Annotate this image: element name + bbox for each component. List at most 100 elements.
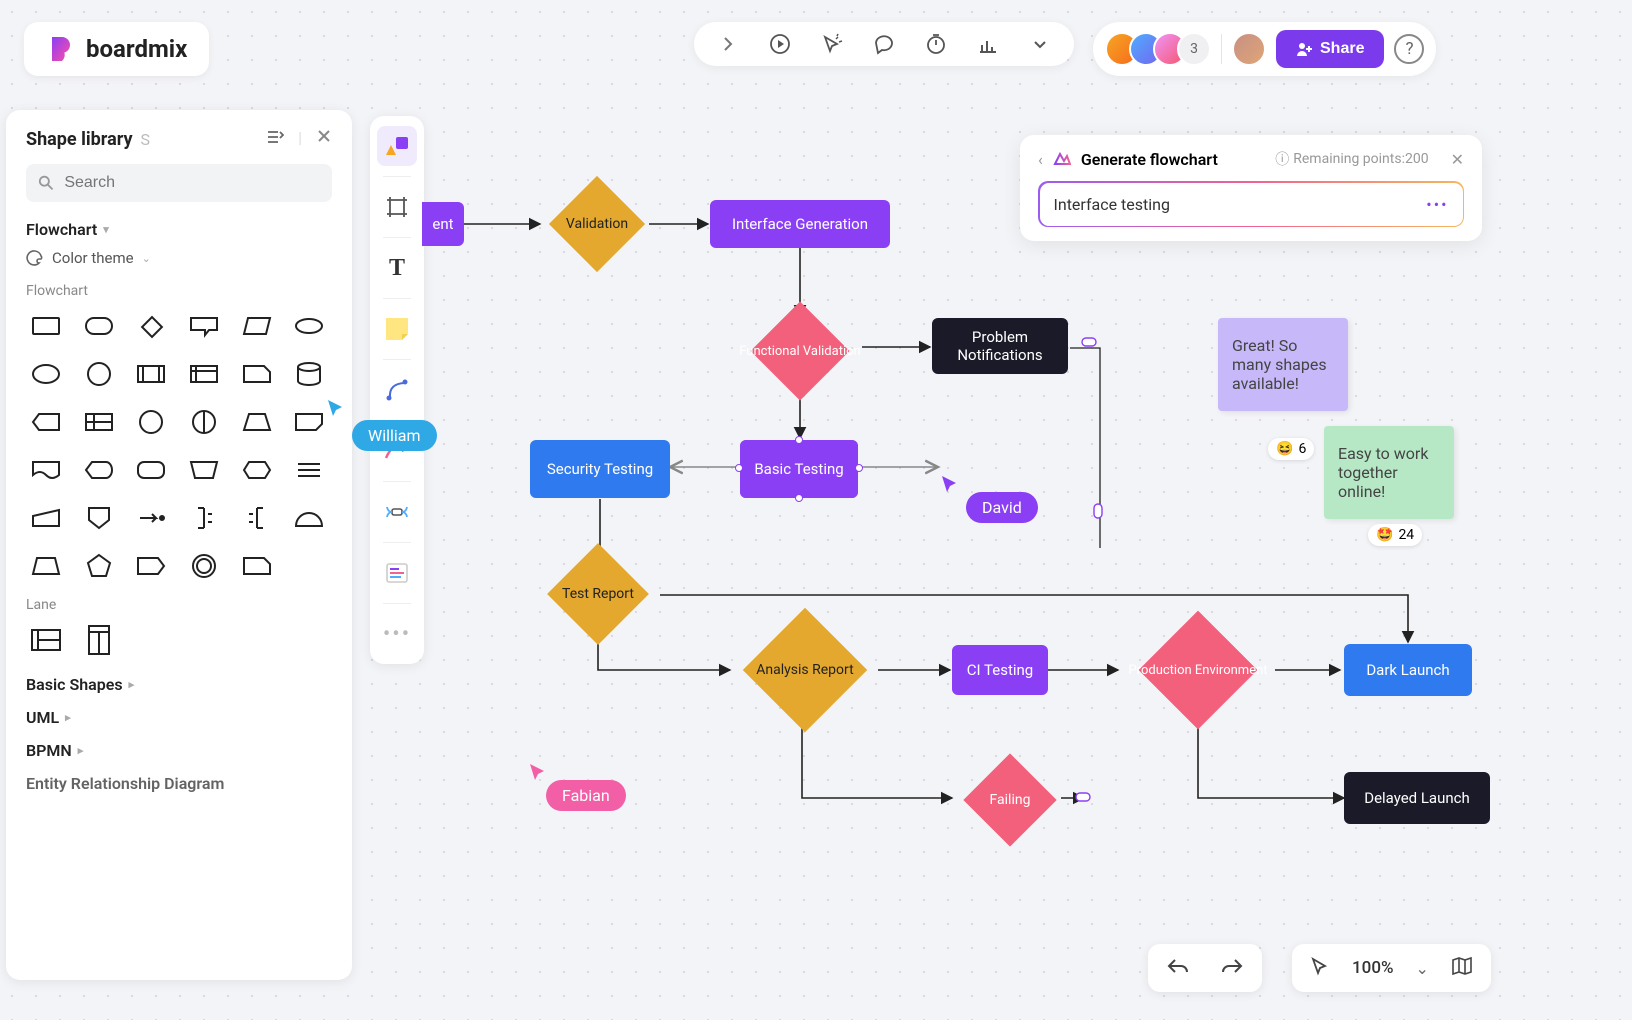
play-icon[interactable] bbox=[768, 32, 792, 56]
node-basic-testing[interactable]: Basic Testing bbox=[740, 440, 858, 498]
node-delayed-launch[interactable]: Delayed Launch bbox=[1344, 772, 1490, 824]
section-flowchart[interactable]: Flowchart ▾ bbox=[26, 220, 332, 239]
tool-frame[interactable] bbox=[377, 187, 417, 227]
shape-lane-h[interactable] bbox=[26, 623, 66, 657]
shape-shield[interactable] bbox=[79, 501, 119, 535]
tool-shapes[interactable] bbox=[377, 126, 417, 166]
shape-document[interactable] bbox=[26, 453, 66, 487]
section-erd[interactable]: Entity Relationship Diagram bbox=[26, 774, 332, 793]
ai-title: Generate flowchart bbox=[1081, 150, 1218, 169]
shape-predefined[interactable] bbox=[131, 357, 171, 391]
node-ci-testing[interactable]: CI Testing bbox=[952, 645, 1048, 695]
tool-template[interactable] bbox=[377, 553, 417, 593]
close-icon[interactable] bbox=[316, 128, 332, 150]
tool-text[interactable]: T bbox=[377, 248, 417, 288]
help-button[interactable]: ? bbox=[1394, 34, 1424, 64]
shape-cut-rect[interactable] bbox=[237, 549, 277, 583]
shape-ellipse[interactable] bbox=[26, 357, 66, 391]
node-problem-notifications[interactable]: Problem Notifications bbox=[932, 318, 1068, 374]
chevron-right-icon[interactable] bbox=[716, 32, 740, 56]
shape-rounded-rect[interactable] bbox=[79, 309, 119, 343]
shape-callout[interactable] bbox=[184, 309, 224, 343]
node-test-report[interactable]: Test Report bbox=[528, 546, 668, 642]
comment-icon[interactable] bbox=[872, 32, 896, 56]
back-icon[interactable]: ‹ bbox=[1038, 150, 1043, 169]
cursor-mode-icon[interactable] bbox=[1310, 956, 1330, 980]
pointer-icon[interactable] bbox=[820, 32, 844, 56]
search-input-wrap[interactable] bbox=[26, 164, 332, 202]
node-functional-validation[interactable]: Functional Validation bbox=[738, 306, 862, 396]
shape-double-circle[interactable] bbox=[184, 549, 224, 583]
share-button[interactable]: Share bbox=[1276, 30, 1384, 68]
ai-input[interactable]: Interface testing ••• bbox=[1038, 181, 1464, 227]
shape-summing[interactable] bbox=[184, 405, 224, 439]
tool-connector[interactable] bbox=[377, 370, 417, 410]
undo-button[interactable] bbox=[1166, 956, 1190, 980]
shape-parallelogram[interactable] bbox=[237, 309, 277, 343]
shape-half-circle[interactable] bbox=[289, 501, 329, 535]
node-partial[interactable]: ent bbox=[422, 202, 464, 246]
timer-icon[interactable] bbox=[924, 32, 948, 56]
shape-trapezoid2[interactable] bbox=[26, 549, 66, 583]
zoom-chevron-icon[interactable]: ⌄ bbox=[1416, 959, 1429, 978]
shape-bracket-right[interactable] bbox=[184, 501, 224, 535]
node-validation[interactable]: Validation bbox=[542, 176, 652, 272]
shape-internal-storage[interactable] bbox=[184, 357, 224, 391]
reaction-1[interactable]: 😆 6 bbox=[1268, 438, 1314, 460]
shape-manual-op[interactable] bbox=[184, 453, 224, 487]
chevron-down-icon[interactable] bbox=[1028, 32, 1052, 56]
sticky-note-2[interactable]: Easy to work together online! bbox=[1324, 426, 1454, 519]
shape-circle[interactable] bbox=[79, 357, 119, 391]
avatar-more-count[interactable]: 3 bbox=[1177, 32, 1211, 66]
shape-manual-input[interactable] bbox=[26, 501, 66, 535]
shape-offpage[interactable] bbox=[289, 405, 329, 439]
shape-database[interactable] bbox=[289, 357, 329, 391]
redo-button[interactable] bbox=[1220, 956, 1244, 980]
tool-more[interactable]: ••• bbox=[377, 614, 417, 654]
avatar-stack[interactable]: 3 bbox=[1105, 32, 1211, 66]
filter-icon[interactable] bbox=[266, 128, 284, 150]
zoom-value[interactable]: 100% bbox=[1352, 958, 1394, 978]
shape-terminator[interactable] bbox=[289, 309, 329, 343]
tool-sticky-note[interactable] bbox=[377, 309, 417, 349]
share-person-icon bbox=[1296, 41, 1312, 57]
shape-trapezoid[interactable] bbox=[237, 405, 277, 439]
shape-flag[interactable] bbox=[131, 549, 171, 583]
tool-mindmap[interactable] bbox=[377, 492, 417, 532]
shape-lines[interactable] bbox=[289, 453, 329, 487]
logo-text: boardmix bbox=[86, 35, 187, 63]
shape-pentagon[interactable] bbox=[79, 549, 119, 583]
section-uml[interactable]: UML ▸ bbox=[26, 708, 332, 727]
shape-bracket-left[interactable] bbox=[237, 501, 277, 535]
shape-diamond[interactable] bbox=[131, 309, 171, 343]
shape-arrow-dot[interactable] bbox=[131, 501, 171, 535]
close-icon[interactable]: ✕ bbox=[1451, 150, 1464, 169]
self-avatar[interactable] bbox=[1232, 32, 1266, 66]
reaction-2[interactable]: 🤩 24 bbox=[1368, 524, 1422, 546]
search-input[interactable] bbox=[64, 174, 320, 192]
shape-card[interactable] bbox=[237, 357, 277, 391]
node-failing[interactable]: Failing bbox=[952, 752, 1068, 848]
node-dark-launch[interactable]: Dark Launch bbox=[1344, 644, 1472, 696]
shape-hexagon[interactable] bbox=[237, 453, 277, 487]
node-interface-generation[interactable]: Interface Generation bbox=[710, 200, 890, 248]
shape-table-h[interactable] bbox=[79, 405, 119, 439]
shape-rectangle[interactable] bbox=[26, 309, 66, 343]
chart-icon[interactable] bbox=[976, 32, 1000, 56]
color-theme-option[interactable]: Color theme ⌄ bbox=[26, 249, 332, 267]
divider bbox=[1221, 34, 1222, 64]
map-icon[interactable] bbox=[1451, 956, 1473, 980]
sticky-note-1[interactable]: Great! So many shapes available! bbox=[1218, 318, 1348, 411]
shape-connector[interactable] bbox=[131, 405, 171, 439]
node-analysis-report[interactable]: Analysis Report bbox=[720, 610, 890, 730]
shape-display[interactable] bbox=[79, 453, 119, 487]
logo[interactable]: boardmix bbox=[24, 22, 209, 76]
shape-alt-rounded[interactable] bbox=[131, 453, 171, 487]
shape-lane-v[interactable] bbox=[79, 623, 119, 657]
section-bpmn[interactable]: BPMN ▸ bbox=[26, 741, 332, 760]
shape-display-left[interactable] bbox=[26, 405, 66, 439]
node-security-testing[interactable]: Security Testing bbox=[530, 440, 670, 498]
node-production-env[interactable]: Production Environment bbox=[1116, 612, 1280, 728]
vertical-toolbar: T ••• bbox=[370, 116, 424, 664]
section-basic-shapes[interactable]: Basic Shapes ▸ bbox=[26, 675, 332, 694]
